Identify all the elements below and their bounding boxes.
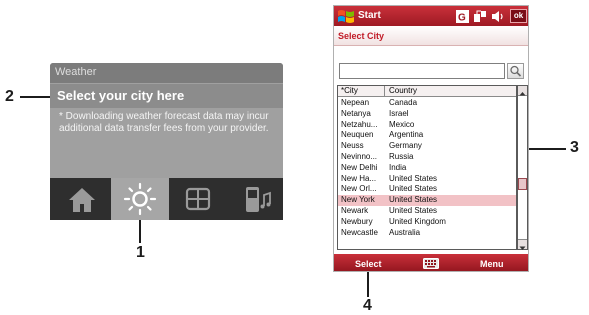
country-cell: United States — [389, 195, 438, 205]
arrow-down-icon — [519, 246, 526, 250]
city-cell: Nepean — [341, 98, 370, 107]
country-cell: India — [389, 162, 407, 172]
search-icon — [510, 65, 522, 77]
ok-button[interactable]: ok — [510, 9, 527, 23]
country-cell: United States — [389, 184, 438, 194]
city-cell: New Delhi — [341, 162, 378, 172]
city-list: *City Country Nepean Canada Netanya Israel… — [337, 85, 517, 250]
start-menu-label[interactable]: Start — [358, 10, 381, 21]
table-row[interactable]: Newark United States — [338, 205, 516, 217]
tab-weather[interactable] — [111, 178, 169, 220]
connectivity-icon[interactable] — [473, 10, 487, 23]
weather-panel: Weather Select your city here * Download… — [50, 63, 283, 220]
callout-2: 2 — [5, 88, 14, 105]
callout-1: 1 — [136, 244, 145, 261]
country-cell: Australia — [389, 227, 421, 237]
weather-header: Weather — [50, 63, 283, 83]
keyboard-icon[interactable] — [423, 258, 439, 269]
tab-phone-music[interactable] — [226, 178, 283, 220]
table-row[interactable]: Nevinno... Russia — [338, 151, 516, 163]
column-header-city[interactable]: *City — [338, 86, 385, 97]
select-softkey[interactable]: Select — [355, 259, 382, 269]
city-cell: Newcastle — [341, 227, 378, 237]
table-row[interactable]: Nepean Canada — [338, 98, 516, 109]
table-row[interactable]: Newcastle Australia — [338, 227, 516, 239]
city-cell: New Ha... — [341, 173, 377, 183]
country-cell: United Kingdom — [389, 216, 446, 226]
city-cell: Neuquen — [341, 130, 374, 140]
country-cell: United States — [389, 173, 438, 183]
volume-icon[interactable] — [491, 10, 505, 23]
grid-icon — [185, 187, 211, 211]
weather-tab-bar — [50, 178, 283, 220]
country-cell: Argentina — [389, 130, 424, 140]
table-row[interactable]: Netanya Israel — [338, 108, 516, 120]
sun-icon — [123, 182, 157, 216]
table-row[interactable]: New Orl... United States — [338, 184, 516, 195]
phone-music-icon — [246, 187, 271, 212]
city-cell: Newbury — [341, 216, 373, 226]
arrow-up-icon — [519, 92, 526, 96]
table-row[interactable]: Neuquen Argentina — [338, 130, 516, 141]
country-cell: Canada — [389, 98, 418, 107]
page-title: Select City — [334, 26, 528, 46]
table-row[interactable]: New Delhi India — [338, 162, 516, 174]
column-header-country[interactable]: Country — [386, 86, 417, 97]
callout-4-line — [367, 268, 369, 297]
city-cell: New York — [341, 195, 375, 205]
city-cell: Netanya — [341, 108, 371, 118]
scroll-thumb[interactable] — [518, 178, 527, 190]
menu-softkey[interactable]: Menu — [480, 259, 504, 269]
table-row-selected[interactable]: New York United States — [338, 195, 516, 206]
title-bar: Start G ok — [334, 6, 528, 26]
country-cell: Israel — [389, 108, 409, 118]
table-row[interactable]: New Ha... United States — [338, 173, 516, 185]
city-search-input[interactable] — [339, 63, 505, 79]
country-cell: United States — [389, 205, 438, 215]
table-header: *City Country — [338, 86, 516, 97]
city-cell: Netzahu... — [341, 119, 378, 129]
table-row[interactable]: Netzahu... Mexico — [338, 119, 516, 131]
city-cell: Nevinno... — [341, 151, 378, 161]
city-cell: Neuss — [341, 141, 364, 151]
country-cell: Mexico — [389, 119, 415, 129]
list-scrollbar[interactable] — [517, 85, 528, 250]
city-cell: New Orl... — [341, 184, 377, 194]
country-cell: Germany — [389, 141, 422, 151]
tab-home[interactable] — [53, 178, 111, 220]
table-body: Nepean Canada Netanya Israel Netzahu... Mex… — [338, 98, 516, 239]
callout-3: 3 — [570, 139, 579, 156]
select-city-link[interactable]: Select your city here — [50, 84, 283, 108]
country-cell: Russia — [389, 151, 414, 161]
scroll-down-button[interactable] — [518, 239, 527, 250]
svg-text:G: G — [458, 13, 466, 24]
device-screen: Start G ok Select City *City Country Nep… — [333, 5, 529, 272]
windows-flag-icon[interactable] — [337, 9, 355, 23]
table-row[interactable]: Neuss Germany — [338, 141, 516, 152]
city-cell: Newark — [341, 205, 369, 215]
home-icon — [69, 188, 95, 212]
softkey-bar: Select Menu — [334, 254, 528, 271]
search-button[interactable] — [507, 63, 524, 79]
callout-4: 4 — [363, 297, 372, 314]
table-row[interactable]: Newbury United Kingdom — [338, 216, 516, 228]
signal-icon[interactable]: G — [456, 10, 469, 23]
scroll-up-button[interactable] — [518, 86, 527, 96]
data-fee-note: * Downloading weather forecast data may … — [59, 111, 269, 134]
tab-grid[interactable] — [169, 178, 227, 220]
